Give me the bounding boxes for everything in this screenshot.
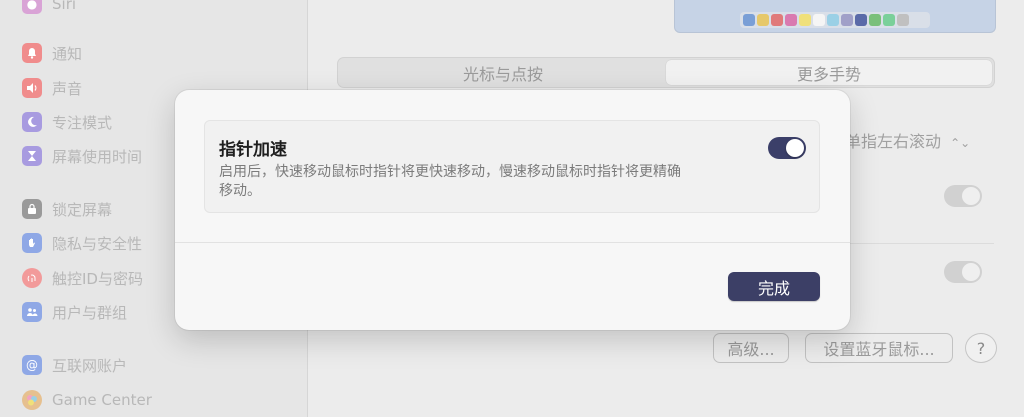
users-icon [22,302,42,322]
row-divider [844,243,994,244]
sidebar-item-label: 触控ID与密码 [52,269,143,288]
sidebar-item-users[interactable]: 用户与群组 [22,300,127,324]
tab-point-and-click[interactable]: 光标与点按 [340,60,666,85]
game-center-icon [22,390,42,410]
dock-app-icon [757,14,769,26]
dock-app-icon [855,14,867,26]
tab-segmented-control: 光标与点按 更多手势 [337,57,995,88]
sidebar-item-label: 屏幕使用时间 [52,147,143,166]
sheet-divider [175,242,850,243]
sidebar-item-label: 用户与群组 [52,303,128,322]
sidebar-item-notifications[interactable]: 通知 [22,41,82,65]
sidebar-item-siri[interactable]: ● Siri [22,0,76,16]
siri-icon: ● [22,0,42,14]
sidebar-item-label: 锁定屏幕 [52,200,113,219]
sidebar-item-label: Game Center [52,391,152,409]
dock-app-icon [771,14,783,26]
at-icon: @ [22,355,42,375]
bell-icon [22,43,42,63]
sidebar-item-label: 隐私与安全性 [52,234,143,253]
gesture-switch[interactable] [944,185,982,207]
toggle-knob [786,139,804,157]
setting-title: 指针加速 [219,140,287,160]
chevron-updown-icon: ⌃⌄ [950,136,971,150]
pointer-acceleration-toggle[interactable] [768,137,806,159]
setting-description: 启用后，快速移动鼠标时指针将更快速移动，慢速移动鼠标时指针将更精确移动。 [219,164,681,199]
sidebar-item-touch-id[interactable]: 触控ID与密码 [22,266,143,290]
sidebar-item-sound[interactable]: 声音 [22,76,82,100]
setup-bluetooth-mouse-button[interactable]: 设置蓝牙鼠标... [805,333,953,363]
dock-app-icon [869,14,881,26]
dock-app-icon [813,14,825,26]
done-button[interactable]: 完成 [728,272,820,301]
help-label: ? [976,338,986,358]
sidebar-item-label: 声音 [52,79,83,98]
hand-icon [22,233,42,253]
advanced-button[interactable]: 高级... [713,333,789,363]
dock-app-icon [785,14,797,26]
sidebar-item-privacy[interactable]: 隐私与安全性 [22,231,142,255]
sidebar-item-game-center[interactable]: Game Center [22,388,152,412]
dock-app-icon [743,14,755,26]
sidebar-item-focus[interactable]: 专注模式 [22,110,112,134]
setting-card: 指针加速 启用后，快速移动鼠标时指针将更快速移动，慢速移动鼠标时指针将更精确移动… [204,120,820,213]
pointer-acceleration-sheet: 指针加速 启用后，快速移动鼠标时指针将更快速移动，慢速移动鼠标时指针将更精确移动… [175,90,850,330]
swipe-popup-button[interactable]: 单指左右滚动 ⌃⌄ [845,128,970,152]
fingerprint-icon [22,268,42,288]
dock-app-icon [827,14,839,26]
gesture-preview-image [674,0,996,33]
sidebar-item-label: Siri [52,0,77,13]
dock-app-icon [883,14,895,26]
tab-more-gestures[interactable]: 更多手势 [666,60,992,85]
sidebar-item-internet-accounts[interactable]: @ 互联网账户 [22,353,127,377]
gesture-switch[interactable] [944,261,982,283]
moon-icon [22,112,42,132]
lock-icon [22,199,42,219]
hourglass-icon [22,146,42,166]
dock-preview [740,12,930,28]
sidebar-item-screen-time[interactable]: 屏幕使用时间 [22,144,142,168]
dock-app-icon [799,14,811,26]
speaker-icon [22,78,42,98]
dock-app-icon [841,14,853,26]
help-button[interactable]: ? [965,333,997,363]
sidebar-item-label: 专注模式 [52,113,113,132]
dock-app-icon [897,14,909,26]
popup-value: 单指左右滚动 [845,132,942,151]
sidebar-item-label: 互联网账户 [52,356,128,375]
sidebar-item-lock-screen[interactable]: 锁定屏幕 [22,197,112,221]
sidebar-item-label: 通知 [52,44,83,63]
